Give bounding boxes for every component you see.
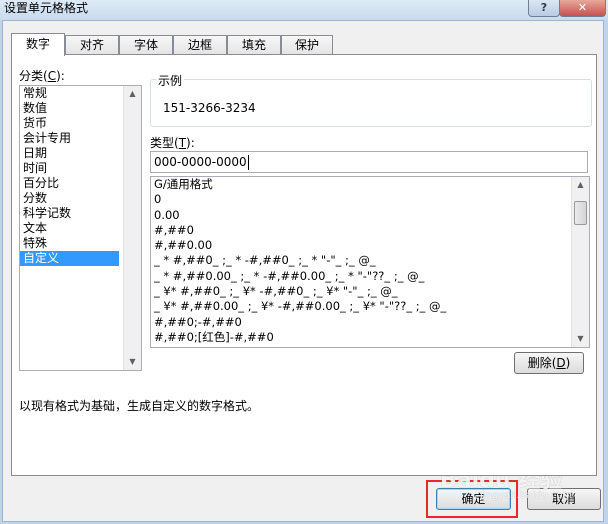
format-item[interactable]: 0.00 xyxy=(151,208,589,223)
number-tab-panel: 分类(C): 常规 数值 货币 会计专用 日期 时间 百分比 分数 科学记数 文本 特殊 自定义 ▲ … xyxy=(11,54,597,476)
format-item[interactable]: _ * #,##0.00_ ;_ * -#,##0.00_ ;_ * "-"??… xyxy=(151,269,589,284)
close-button[interactable]: ✕ xyxy=(559,0,606,17)
scroll-down-icon[interactable]: ▼ xyxy=(124,354,141,370)
format-cells-dialog: 数字 对齐 字体 边框 填充 保护 分类(C): 常规 数值 货币 会计专用 日期 时间百… xyxy=(2,20,604,522)
format-item[interactable]: #,##0 xyxy=(151,223,589,238)
format-item[interactable]: _ ¥* #,##0.00_ ;_ ¥* -#,##0.00_ ;_ ¥* "-… xyxy=(151,299,589,314)
delete-button[interactable]: 删除(D) xyxy=(514,352,584,374)
category-list[interactable]: 常规 数值 货币 会计专用 日期 时间 百分比 分数 科学记数 文本 特殊 自定义 ▲ ▼ xyxy=(19,85,142,371)
scroll-down-icon[interactable]: ▼ xyxy=(572,331,589,347)
format-item[interactable]: #,##0;[红色]-#,##0 xyxy=(151,330,589,345)
category-label: 分类(C): xyxy=(19,69,65,83)
scroll-up-icon[interactable]: ▲ xyxy=(572,177,589,193)
tab-fill[interactable]: 填充 xyxy=(227,35,281,55)
type-input[interactable]: 000-0000-0000 xyxy=(150,151,588,173)
tab-alignment[interactable]: 对齐 xyxy=(65,35,119,55)
title-bar: 设置单元格格式 ? ✕ xyxy=(0,0,608,20)
format-item[interactable]: G/通用格式 xyxy=(151,177,589,192)
help-button[interactable]: ? xyxy=(528,0,560,17)
ok-button[interactable]: 确定 xyxy=(436,488,511,510)
format-item[interactable]: _ ¥* #,##0_ ;_ ¥* -#,##0_ ;_ ¥* "-"_ ;_ … xyxy=(151,284,589,299)
sample-group: 示例 151-3266-3234 xyxy=(150,72,592,127)
text-caret xyxy=(247,155,249,170)
format-item[interactable]: #,##0.00 xyxy=(151,238,589,253)
window-title: 设置单元格格式 xyxy=(4,1,89,15)
tab-number[interactable]: 数字 xyxy=(11,33,65,56)
type-label: 类型(T): xyxy=(150,136,195,150)
format-item[interactable]: #,##0;-#,##0 xyxy=(151,315,589,330)
scroll-up-icon[interactable]: ▲ xyxy=(124,86,141,102)
format-scrollbar[interactable]: ▲ ▼ xyxy=(571,177,589,347)
tab-protection[interactable]: 保护 xyxy=(281,35,333,55)
format-item[interactable]: 0 xyxy=(151,192,589,207)
category-scrollbar[interactable]: ▲ ▼ xyxy=(123,86,141,370)
tab-font[interactable]: 字体 xyxy=(119,35,173,55)
cancel-button[interactable]: 取消 xyxy=(527,488,601,510)
tab-border[interactable]: 边框 xyxy=(173,35,227,55)
format-item[interactable]: _ * #,##0_ ;_ * -#,##0_ ;_ * "-"_ ;_ @_ xyxy=(151,253,589,268)
sample-value: 151-3266-3234 xyxy=(163,101,256,115)
scroll-thumb[interactable] xyxy=(574,201,587,225)
category-item[interactable]: 自定义 xyxy=(20,251,119,266)
description-text: 以现有格式为基础，生成自定义的数字格式。 xyxy=(19,399,260,413)
sample-legend: 示例 xyxy=(156,72,185,89)
format-list[interactable]: G/通用格式 0 0.00 #,##0 #,##0.00 _ * #,##0_ ;_ * … xyxy=(150,176,590,348)
